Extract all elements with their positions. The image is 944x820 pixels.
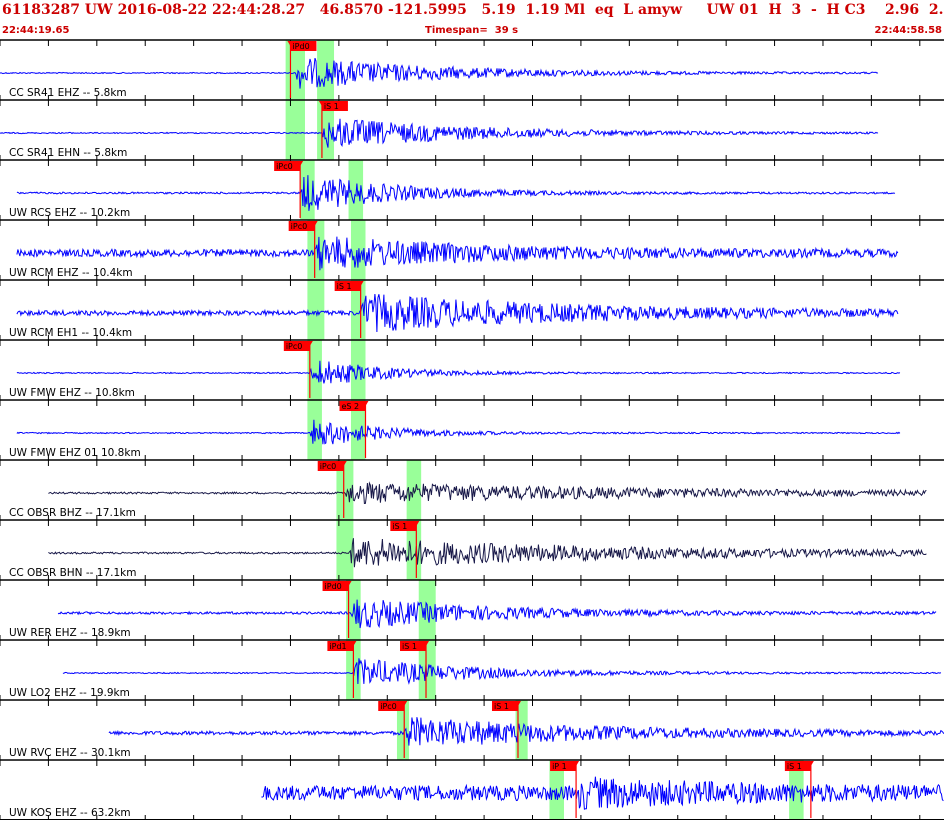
pick-label-12-1: iS 1: [787, 762, 802, 771]
pick-label-2-0: iPc0: [276, 162, 293, 171]
pick-label-11-1: iS 1: [494, 702, 509, 711]
channel-label-1: CC SR41 EHN -- 5.8km: [9, 147, 127, 159]
waveform-4: [16, 293, 899, 333]
waveform-12: [261, 776, 944, 810]
channel-label-0: CC SR41 EHZ -- 5.8km: [9, 87, 127, 99]
waveform-9: [57, 599, 937, 629]
phase-window-1-0: [285, 100, 305, 160]
channel-label-4: UW RCM EH1 -- 10.4km: [9, 327, 132, 339]
channel-label-12: UW KOS EHZ -- 63.2km: [9, 807, 131, 819]
waveform-7: [48, 481, 927, 505]
pick-label-11-0: iPc0: [380, 702, 397, 711]
channel-label-2: UW RCS EHZ -- 10.2km: [9, 207, 130, 219]
pick-label-6-0: eS 2: [341, 402, 359, 411]
pick-label-3-0: iPc0: [291, 222, 308, 231]
pick-label-0-0: iPd0: [292, 42, 309, 51]
pick-label-5-0: iPc0: [286, 342, 303, 351]
waveform-6: [16, 419, 901, 445]
pick-label-9-0: iPd0: [325, 582, 342, 591]
pick-label-12-0: iP 1: [552, 762, 567, 771]
pick-label-4-0: iS 1: [337, 282, 352, 291]
pick-label-8-0: iS 1: [392, 522, 407, 531]
channel-label-11: UW RVC EHZ -- 30.1km: [9, 747, 131, 759]
waveform-0: [0, 57, 879, 89]
waveform-5: [16, 360, 901, 384]
phase-window-8-0: [336, 520, 354, 580]
waveform-10: [62, 658, 942, 685]
channel-label-10: UW LO2 EHZ -- 19.9km: [9, 687, 130, 699]
channel-label-5: UW FMW EHZ -- 10.8km: [9, 387, 135, 399]
waveform-3: [16, 236, 899, 271]
pick-label-10-0: iPd1: [329, 642, 346, 651]
channel-label-9: UW RER EHZ -- 18.9km: [9, 627, 131, 639]
waveform-2: [16, 175, 896, 211]
pick-label-7-0: iPc0: [320, 462, 337, 471]
pick-label-1-0: iS 1: [324, 102, 339, 111]
channel-label-8: CC OBSR BHN -- 17.1km: [9, 567, 136, 579]
pick-label-10-1: iS 1: [402, 642, 417, 651]
phase-window-4-0: [307, 280, 325, 340]
channel-label-3: UW RCM EHZ -- 10.4km: [9, 267, 133, 279]
phase-window-0-1: [317, 40, 335, 100]
waveform-1: [0, 118, 879, 148]
waveform-8: [48, 538, 927, 568]
seismogram-panel[interactable]: iPd0 CC SR41 EHZ -- 5.8km iS 1 CC SR41 EHN …: [0, 0, 944, 820]
channel-label-6: UW FMW EHZ 01 10.8km: [9, 447, 141, 459]
channel-label-7: CC OBSR BHZ -- 17.1km: [9, 507, 136, 519]
